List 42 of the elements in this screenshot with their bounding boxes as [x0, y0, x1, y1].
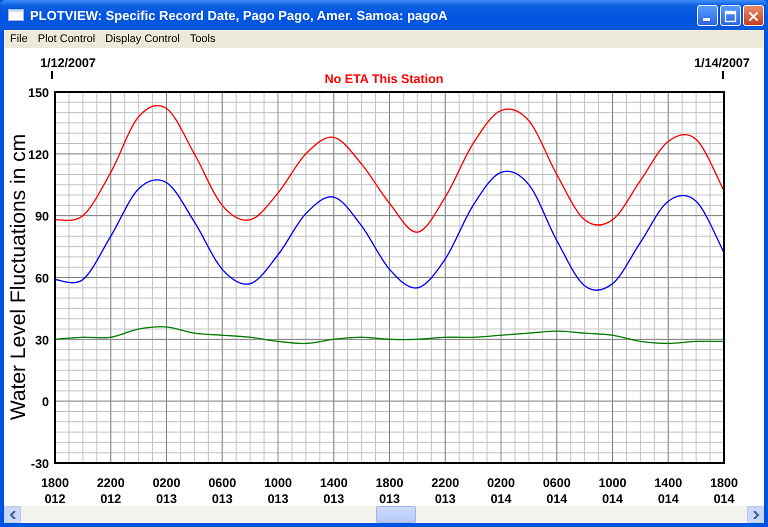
- menu-item[interactable]: File: [6, 33, 34, 45]
- menu-item[interactable]: Plot Control: [34, 33, 102, 45]
- x-tick-label: 0600 014: [542, 476, 571, 505]
- x-tick-label: 2200 012: [96, 476, 125, 505]
- x-tick-label: 2200 013: [431, 476, 460, 505]
- minimize-button[interactable]: [697, 4, 718, 26]
- scroll-right-button[interactable]: [747, 506, 764, 523]
- x-tick-label: 0200 013: [152, 476, 180, 505]
- horizontal-scrollbar[interactable]: [4, 506, 764, 523]
- end-date-label: 1/14/2007: [694, 56, 750, 70]
- y-tick-label: -30: [30, 457, 49, 471]
- x-tick-label: 1800 014: [710, 476, 738, 505]
- x-tick-label: 0200 014: [487, 476, 515, 505]
- x-tick-label: 1400 014: [654, 476, 682, 505]
- window-title: PLOTVIEW: Specific Record Date, Pago Pago, Amer. Samoa: pagoA: [30, 8, 449, 22]
- menu-item[interactable]: Tools: [186, 33, 222, 45]
- window-icon: [8, 9, 24, 21]
- tick-mark: [722, 71, 724, 79]
- chevron-left-icon: [8, 510, 16, 518]
- y-axis-label: Water Level Fluctuations in cm: [7, 134, 30, 420]
- y-tick-label: 30: [35, 333, 49, 348]
- chevron-right-icon: [752, 510, 760, 518]
- scroll-left-button[interactable]: [4, 506, 21, 523]
- y-tick-label: 90: [35, 210, 49, 224]
- y-tick-label: 150: [28, 86, 49, 100]
- y-tick-label: 120: [28, 148, 49, 162]
- tick-mark: [51, 71, 53, 79]
- minimize-icon: [703, 18, 710, 20]
- x-tick-label: 1000 014: [598, 476, 626, 505]
- x-tick-label: 1000 013: [264, 476, 292, 505]
- scroll-thumb[interactable]: [376, 506, 416, 523]
- x-tick-label: 1400 013: [320, 476, 348, 505]
- start-date-label: 1/12/2007: [40, 56, 96, 70]
- close-button[interactable]: [743, 4, 764, 26]
- maximize-button[interactable]: [720, 4, 741, 26]
- x-tick-label: 0600 013: [208, 476, 236, 505]
- chart-title: No ETA This Station: [324, 72, 444, 86]
- menu-item[interactable]: Display Control: [101, 33, 186, 45]
- y-tick-label: 0: [42, 395, 49, 410]
- x-tick-label: 1800 013: [376, 476, 404, 505]
- y-tick-label: 60: [35, 272, 49, 286]
- x-tick-label: 1800 012: [41, 476, 69, 505]
